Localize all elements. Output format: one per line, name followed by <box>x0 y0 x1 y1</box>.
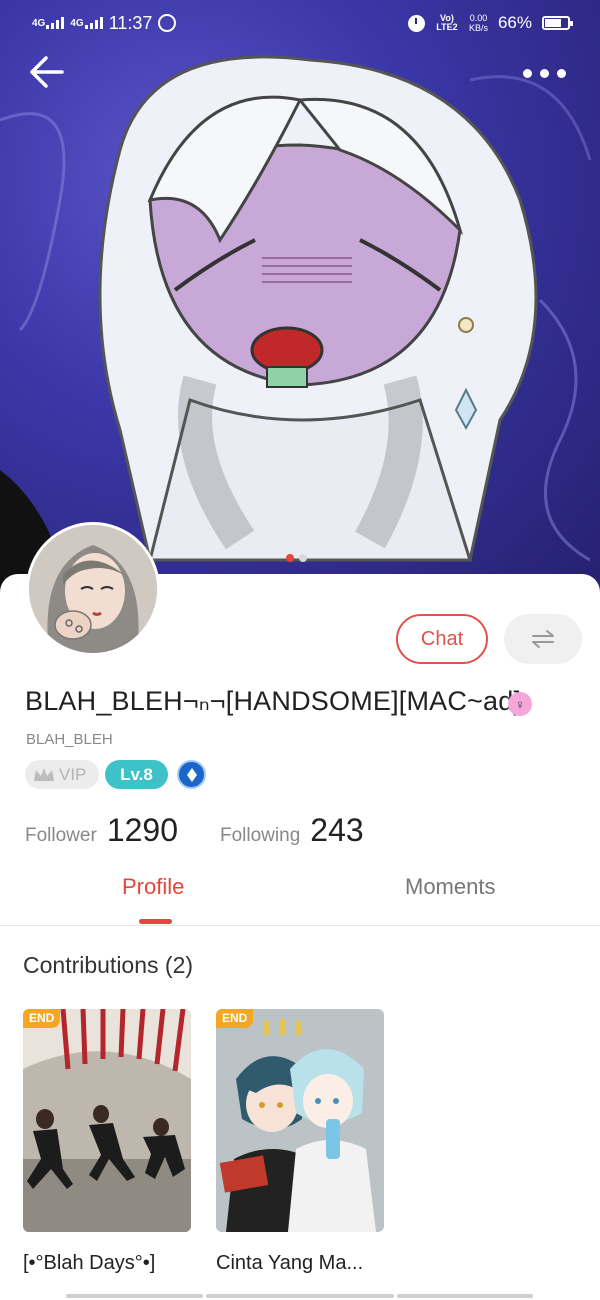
tabs-divider <box>0 925 600 926</box>
signal-indicator-2: 4G <box>70 17 103 29</box>
cover-image-dancers <box>23 1009 191 1232</box>
more-dot <box>556 68 566 78</box>
signal-indicator-1: 4G <box>32 17 65 29</box>
female-gender-icon: ♀ <box>508 692 532 716</box>
signal-bars-icon <box>46 17 65 29</box>
following-label[interactable]: Following <box>220 825 300 847</box>
swap-arrows-icon <box>532 630 554 648</box>
end-badge: END <box>216 1009 254 1028</box>
tab-moments[interactable]: Moments <box>405 874 495 900</box>
network-speed-value: 0.00 <box>469 13 488 23</box>
contribution-cover: END <box>216 1009 384 1232</box>
profile-cover-banner[interactable]: 4G 4G 11:37 Vo) LTE2 0.00 KB/s 66% <box>0 0 600 600</box>
follow-stats: Follower 1290 Following 243 <box>25 812 364 849</box>
contribution-item[interactable]: END Cinta Yang Ma... <box>216 1009 384 1274</box>
battery-icon <box>542 16 573 30</box>
drop-icon <box>186 767 197 782</box>
battery-fill <box>545 19 561 27</box>
banner-page-indicator <box>286 554 307 562</box>
display-name: BLAH_BLEH¬ₙ¬[HANDSOME][MAC~ad] <box>25 686 522 716</box>
switch-button[interactable] <box>504 614 582 664</box>
cover-image-anime-boys <box>216 1009 384 1232</box>
network-type-1: 4G <box>32 18 46 29</box>
active-tab-indicator <box>139 919 172 924</box>
level-badge[interactable]: Lv.8 <box>105 760 168 789</box>
follower-count[interactable]: 1290 <box>107 812 178 849</box>
contribution-cover: END <box>23 1009 191 1232</box>
page-dot-active <box>286 554 294 562</box>
tab-profile[interactable]: Profile <box>122 874 184 900</box>
signal-bars-icon <box>84 17 103 29</box>
page-dot <box>299 554 307 562</box>
status-time: 11:37 <box>108 12 153 33</box>
vip-badge[interactable]: VIP <box>25 760 99 789</box>
contribution-title[interactable]: Cinta Yang Ma... <box>216 1252 363 1275</box>
follower-label[interactable]: Follower <box>25 825 97 847</box>
scroll-line <box>66 1294 203 1298</box>
end-badge: END <box>23 1009 61 1028</box>
alarm-icon <box>407 14 425 32</box>
network-speed-unit: KB/s <box>468 23 488 33</box>
crown-icon <box>34 767 54 781</box>
avatar[interactable] <box>26 522 160 656</box>
vip-label: VIP <box>59 764 87 784</box>
contributions-heading: Contributions (2) <box>23 952 194 978</box>
cover-illustration <box>0 55 592 590</box>
arrow-left-icon <box>30 56 64 88</box>
following-count[interactable]: 243 <box>310 812 363 849</box>
scroll-line <box>206 1294 394 1298</box>
bottom-scroll-indicators <box>0 1294 600 1300</box>
status-bar: 4G 4G 11:37 Vo) LTE2 0.00 KB/s 66% <box>0 0 600 46</box>
battery-percent: 66% <box>497 13 532 32</box>
back-button[interactable] <box>26 50 70 94</box>
diamond-badge-icon[interactable] <box>177 760 206 789</box>
more-dot <box>539 68 549 78</box>
network-speed: 0.00 KB/s <box>469 13 488 33</box>
contribution-title[interactable]: [•°Blah Days°•] <box>23 1252 155 1275</box>
scroll-line <box>397 1294 533 1298</box>
network-type-2: 4G <box>70 18 84 29</box>
avatar-image <box>29 525 157 653</box>
whatsapp-icon <box>158 14 177 32</box>
more-dot <box>522 68 532 78</box>
user-handle: BLAH_BLEH <box>26 731 113 748</box>
contribution-item[interactable]: END [•°Blah Days°•] <box>23 1009 191 1274</box>
more-options-button[interactable] <box>516 60 572 86</box>
volte-indicator: Vo) LTE2 <box>436 13 458 32</box>
chat-button[interactable]: Chat <box>396 614 488 664</box>
